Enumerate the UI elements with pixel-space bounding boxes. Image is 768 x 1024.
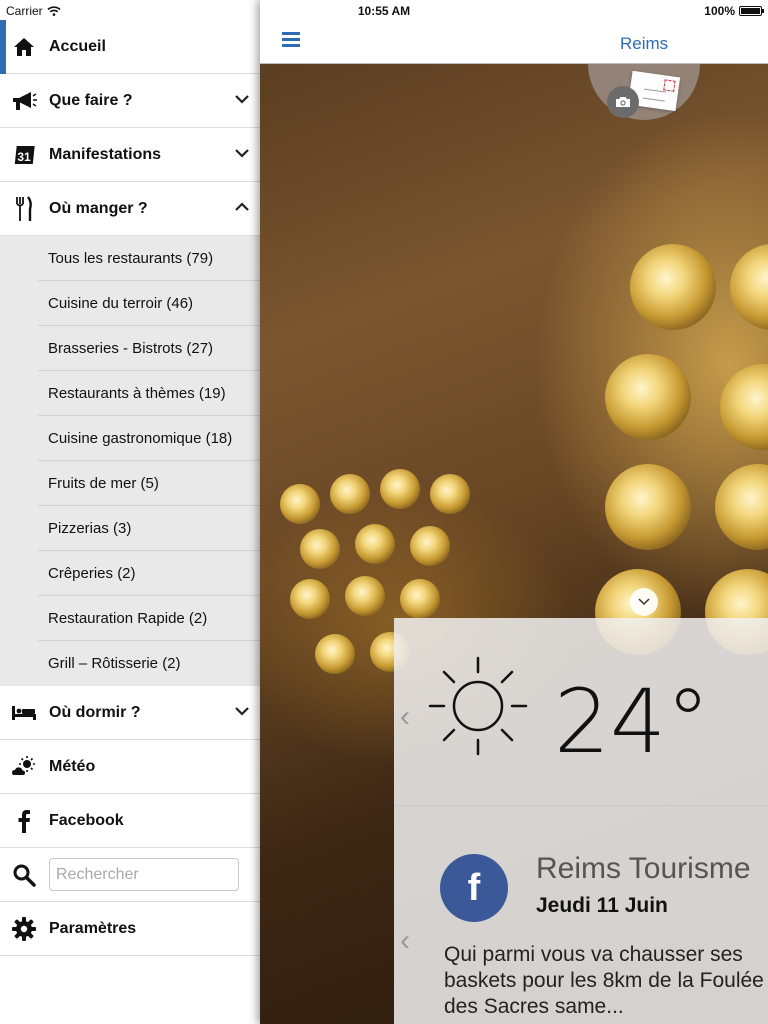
sidebar-item-ou-dormir[interactable]: Où dormir ? bbox=[0, 686, 260, 740]
battery-icon bbox=[739, 6, 764, 16]
post-text: Qui parmi vous va chausser ses baskets p… bbox=[444, 943, 764, 1018]
temperature-value: 24° bbox=[554, 670, 710, 773]
clock: 10:55 AM bbox=[357, 4, 411, 18]
sidebar-item-que-faire[interactable]: Que faire ? bbox=[0, 74, 260, 128]
sidebar-item-label: Facebook bbox=[49, 811, 124, 829]
sidebar-item-label: Où manger ? bbox=[49, 199, 148, 217]
search-input[interactable] bbox=[49, 858, 239, 891]
sidebar-item-ou-manger[interactable]: Où manger ? bbox=[0, 182, 260, 236]
submenu-item[interactable]: Tous les restaurants (79) bbox=[38, 236, 260, 281]
facebook-logo-icon: f bbox=[440, 854, 508, 922]
submenu-ou-manger: Tous les restaurants (79) Cuisine du ter… bbox=[0, 236, 260, 686]
sidebar-search-row bbox=[0, 848, 260, 902]
post-date: Jeudi 11 Juin bbox=[536, 894, 668, 917]
sidebar-menu: Accueil Que faire ? 31 Manifestations Où… bbox=[0, 20, 260, 1024]
battery-indicator: 100% bbox=[704, 4, 764, 18]
submenu-item[interactable]: Cuisine du terroir (46) bbox=[38, 281, 260, 326]
chevron-left-icon[interactable]: ‹ bbox=[400, 700, 410, 734]
submenu-item[interactable]: Fruits de mer (5) bbox=[38, 461, 260, 506]
search-icon[interactable] bbox=[10, 861, 38, 889]
sidebar-item-label: Que faire ? bbox=[49, 91, 133, 109]
chevron-down-icon[interactable] bbox=[234, 91, 250, 107]
facebook-post-card[interactable]: ‹ f Reims Tourisme Jeudi 11 Juin Qui par… bbox=[394, 806, 768, 1024]
sidebar-item-accueil[interactable]: Accueil bbox=[0, 20, 260, 74]
chevron-down-icon[interactable] bbox=[234, 703, 250, 719]
sun-icon bbox=[428, 656, 528, 756]
submenu-item[interactable]: Brasseries - Bistrots (27) bbox=[38, 326, 260, 371]
submenu-item[interactable]: Crêperies (2) bbox=[38, 551, 260, 596]
sidebar-item-manifestations[interactable]: 31 Manifestations bbox=[0, 128, 260, 182]
sidebar-item-label: Accueil bbox=[49, 37, 106, 55]
weather-icon bbox=[10, 753, 38, 781]
sidebar-item-facebook[interactable]: Facebook bbox=[0, 794, 260, 848]
submenu-item[interactable]: Restauration Rapide (2) bbox=[38, 596, 260, 641]
sidebar-item-parametres[interactable]: Paramètres bbox=[0, 902, 260, 956]
home-icon bbox=[10, 33, 38, 61]
main-content: Reims ‹ 24° ‹ f Reims Tourisme Jeudi 11 … bbox=[260, 0, 768, 1024]
post-author: Reims Tourisme bbox=[536, 852, 751, 885]
submenu-item[interactable]: Restaurants à thèmes (19) bbox=[38, 371, 260, 416]
calendar-icon: 31 bbox=[10, 141, 38, 169]
chevron-left-icon[interactable]: ‹ bbox=[400, 924, 410, 958]
page-title: Reims bbox=[620, 34, 669, 53]
svg-text:31: 31 bbox=[17, 150, 31, 164]
submenu-item[interactable]: Cuisine gastronomique (18) bbox=[38, 416, 260, 461]
status-bar: Carrier 10:55 AM 100% bbox=[0, 0, 768, 20]
weather-widget[interactable]: ‹ 24° bbox=[394, 618, 768, 806]
fork-knife-icon bbox=[10, 195, 38, 223]
sidebar-item-label: Où dormir ? bbox=[49, 703, 141, 721]
chevron-down-icon[interactable] bbox=[630, 588, 658, 616]
info-panel: ‹ 24° ‹ f Reims Tourisme Jeudi 11 Juin Q… bbox=[394, 618, 768, 1024]
gear-icon bbox=[10, 915, 38, 943]
hamburger-menu-icon[interactable] bbox=[282, 32, 300, 48]
chevron-up-icon[interactable] bbox=[234, 199, 250, 215]
sidebar-item-label: Paramètres bbox=[49, 919, 137, 937]
bed-icon bbox=[10, 699, 38, 727]
submenu-item[interactable]: Grill – Rôtisserie (2) bbox=[38, 641, 260, 686]
submenu-item[interactable]: Pizzerias (3) bbox=[38, 506, 260, 551]
facebook-icon bbox=[10, 807, 38, 835]
battery-percent: 100% bbox=[704, 4, 735, 18]
sidebar-item-meteo[interactable]: Météo bbox=[0, 740, 260, 794]
camera-icon[interactable] bbox=[607, 86, 639, 118]
sidebar-item-label: Météo bbox=[49, 757, 96, 775]
sidebar-item-label: Manifestations bbox=[49, 145, 162, 163]
chevron-down-icon[interactable] bbox=[234, 145, 250, 161]
megaphone-icon bbox=[10, 87, 38, 115]
